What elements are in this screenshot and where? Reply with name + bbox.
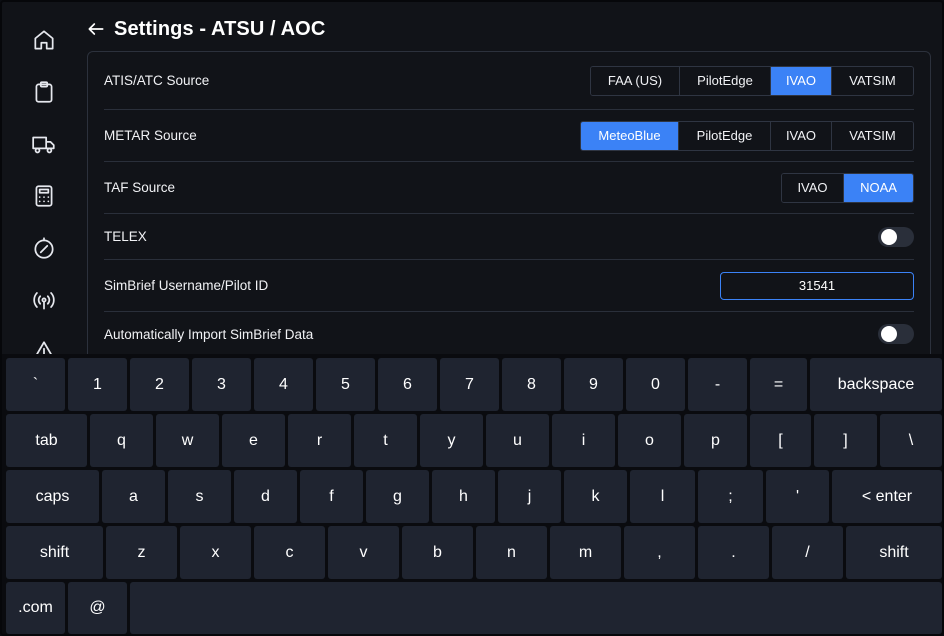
key-9[interactable]: 9	[564, 358, 623, 411]
key-p[interactable]: p	[684, 414, 747, 467]
atis-source-row: ATIS/ATC Source FAA (US) PilotEdge IVAO …	[104, 52, 914, 110]
key-v[interactable]: v	[328, 526, 399, 579]
atis-option-pilotedge[interactable]: PilotEdge	[680, 66, 771, 95]
key-left-bracket[interactable]: [	[750, 414, 811, 467]
key-at[interactable]: @	[68, 582, 127, 634]
key-semicolon[interactable]: ;	[698, 470, 763, 523]
atis-option-ivao[interactable]: IVAO	[771, 66, 832, 95]
toggle-knob	[881, 228, 897, 245]
key-x[interactable]: x	[180, 526, 251, 579]
on-screen-keyboard: ` 1 2 3 4 5 6 7 8 9 0 - = backspace tab …	[2, 354, 942, 634]
key-g[interactable]: g	[366, 470, 429, 523]
key-l[interactable]: l	[630, 470, 695, 523]
key-i[interactable]: i	[552, 414, 615, 467]
key-q[interactable]: q	[90, 414, 153, 467]
key-6[interactable]: 6	[378, 358, 437, 411]
atis-source-selector: FAA (US) PilotEdge IVAO VATSIM	[590, 65, 914, 96]
key-1[interactable]: 1	[68, 358, 127, 411]
simbrief-id-row: SimBrief Username/Pilot ID	[104, 260, 914, 312]
key-k[interactable]: k	[564, 470, 627, 523]
key-j[interactable]: j	[498, 470, 561, 523]
atis-option-vatsim[interactable]: VATSIM	[832, 66, 913, 95]
auto-import-row: Automatically Import SimBrief Data	[104, 312, 914, 356]
key-c[interactable]: c	[254, 526, 325, 579]
broadcast-icon[interactable]	[28, 284, 60, 316]
app-window: Settings - ATSU / AOC ATIS/ATC Source FA…	[0, 0, 944, 636]
home-icon[interactable]	[28, 24, 60, 56]
taf-source-row: TAF Source IVAO NOAA	[104, 162, 914, 214]
page-title: Settings - ATSU / AOC	[114, 17, 326, 40]
key-s[interactable]: s	[168, 470, 231, 523]
sidebar	[2, 2, 86, 362]
key-right-bracket[interactable]: ]	[814, 414, 877, 467]
key-h[interactable]: h	[432, 470, 495, 523]
auto-import-label: Automatically Import SimBrief Data	[104, 326, 314, 342]
key-t[interactable]: t	[354, 414, 417, 467]
auto-import-toggle[interactable]	[878, 324, 914, 344]
metar-source-row: METAR Source MeteoBlue PilotEdge IVAO VA…	[104, 110, 914, 162]
key-2[interactable]: 2	[130, 358, 189, 411]
page-header: Settings - ATSU / AOC	[86, 12, 325, 46]
key-4[interactable]: 4	[254, 358, 313, 411]
atis-source-label: ATIS/ATC Source	[104, 73, 210, 88]
key-period[interactable]: .	[698, 526, 769, 579]
calculator-icon[interactable]	[28, 180, 60, 212]
key-slash[interactable]: /	[772, 526, 843, 579]
key-n[interactable]: n	[476, 526, 547, 579]
key-space[interactable]	[130, 582, 942, 634]
simbrief-id-label: SimBrief Username/Pilot ID	[104, 278, 269, 293]
metar-option-ivao[interactable]: IVAO	[771, 121, 832, 150]
toggle-knob	[881, 326, 897, 342]
key-equals[interactable]: =	[750, 358, 807, 411]
key-y[interactable]: y	[420, 414, 483, 467]
key-caps[interactable]: caps	[6, 470, 99, 523]
key-7[interactable]: 7	[440, 358, 499, 411]
key-8[interactable]: 8	[502, 358, 561, 411]
key-shift-left[interactable]: shift	[6, 526, 103, 579]
taf-source-selector: IVAO NOAA	[781, 172, 914, 203]
key-a[interactable]: a	[102, 470, 165, 523]
atis-option-faa[interactable]: FAA (US)	[591, 66, 680, 95]
key-w[interactable]: w	[156, 414, 219, 467]
key-5[interactable]: 5	[316, 358, 375, 411]
key-tab[interactable]: tab	[6, 414, 87, 467]
compass-icon[interactable]	[28, 232, 60, 264]
key-0[interactable]: 0	[626, 358, 685, 411]
telex-toggle[interactable]	[878, 226, 914, 247]
metar-option-meteoblue[interactable]: MeteoBlue	[581, 121, 679, 150]
key-z[interactable]: z	[106, 526, 177, 579]
metar-option-vatsim[interactable]: VATSIM	[832, 121, 913, 150]
key-u[interactable]: u	[486, 414, 549, 467]
key-backtick[interactable]: `	[6, 358, 65, 411]
back-arrow-icon[interactable]	[86, 18, 108, 40]
key-d[interactable]: d	[234, 470, 297, 523]
telex-label: TELEX	[104, 229, 147, 244]
simbrief-id-input[interactable]	[720, 271, 914, 300]
key-enter[interactable]: < enter	[832, 470, 942, 523]
key-backslash[interactable]: \	[880, 414, 942, 467]
key-m[interactable]: m	[550, 526, 621, 579]
clipboard-icon[interactable]	[28, 76, 60, 108]
metar-source-label: METAR Source	[104, 128, 197, 143]
taf-option-noaa[interactable]: NOAA	[844, 173, 913, 202]
telex-row: TELEX	[104, 214, 914, 260]
key-o[interactable]: o	[618, 414, 681, 467]
key-dotcom[interactable]: .com	[6, 582, 65, 634]
key-shift-right[interactable]: shift	[846, 526, 942, 579]
key-minus[interactable]: -	[688, 358, 747, 411]
key-r[interactable]: r	[288, 414, 351, 467]
taf-option-ivao[interactable]: IVAO	[782, 173, 844, 202]
key-f[interactable]: f	[300, 470, 363, 523]
key-b[interactable]: b	[402, 526, 473, 579]
metar-source-selector: MeteoBlue PilotEdge IVAO VATSIM	[580, 120, 914, 151]
taf-source-label: TAF Source	[104, 180, 176, 195]
key-3[interactable]: 3	[192, 358, 251, 411]
key-e[interactable]: e	[222, 414, 285, 467]
key-quote[interactable]: '	[766, 470, 829, 523]
metar-option-pilotedge[interactable]: PilotEdge	[679, 121, 771, 150]
truck-icon[interactable]	[28, 128, 60, 160]
settings-panel: ATIS/ATC Source FAA (US) PilotEdge IVAO …	[87, 51, 931, 371]
key-comma[interactable]: ,	[624, 526, 695, 579]
key-backspace[interactable]: backspace	[810, 358, 942, 411]
